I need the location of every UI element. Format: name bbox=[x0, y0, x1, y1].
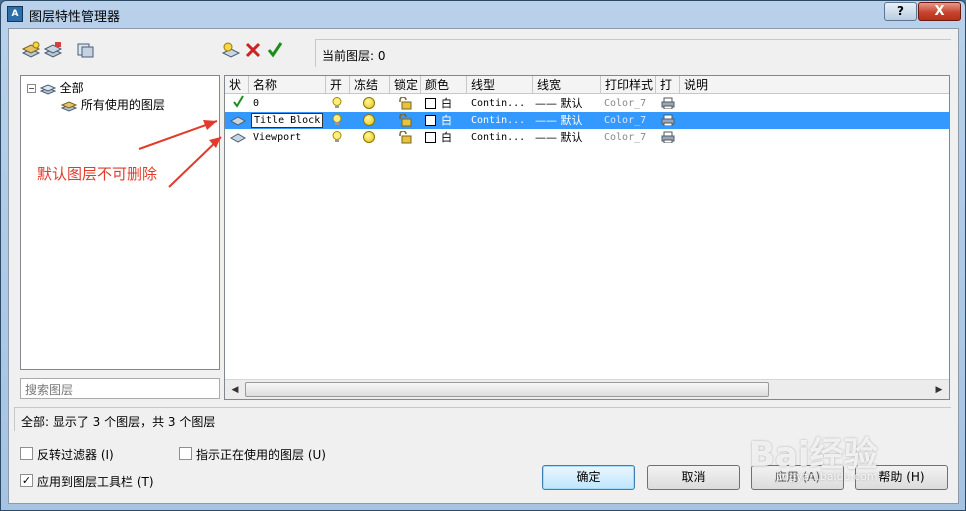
scroll-thumb[interactable] bbox=[245, 382, 769, 397]
thaw-sun-icon[interactable] bbox=[363, 131, 375, 143]
layer-name-edit[interactable]: Title Block bbox=[251, 113, 324, 128]
linetype[interactable]: Contin... bbox=[471, 95, 525, 112]
indicate-in-use-label[interactable]: 指示正在使用的图层 (U) bbox=[196, 446, 326, 463]
layers-icon bbox=[39, 83, 57, 95]
apply-to-toolbar-checkbox[interactable]: ✓ bbox=[20, 474, 33, 487]
tree-item-all[interactable]: − 全部 bbox=[27, 79, 84, 96]
title-bar[interactable]: A 图层特性管理器 ? X bbox=[1, 1, 965, 27]
bulb-on-icon[interactable] bbox=[332, 97, 342, 109]
plotstyle[interactable]: Color_7 bbox=[604, 95, 646, 112]
color-name[interactable]: 白 bbox=[441, 112, 452, 129]
lineweight[interactable]: —— 默认 bbox=[535, 95, 583, 112]
header-color[interactable]: 颜色 bbox=[421, 76, 467, 94]
printer-icon[interactable] bbox=[661, 131, 675, 143]
app-icon: A bbox=[7, 6, 23, 22]
used-layers-filter-icon bbox=[60, 100, 78, 112]
cancel-button[interactable]: 取消 bbox=[647, 465, 740, 490]
header-freeze[interactable]: 冻结 bbox=[350, 76, 390, 94]
set-current-icon[interactable] bbox=[265, 41, 285, 59]
close-button[interactable]: X bbox=[918, 2, 961, 21]
color-swatch[interactable] bbox=[425, 132, 436, 143]
unlocked-icon[interactable] bbox=[398, 97, 412, 110]
bulb-on-icon[interactable] bbox=[332, 114, 342, 126]
baidu-watermark: Bai经验 jingyan.baidu.com bbox=[749, 427, 878, 483]
header-linetype[interactable]: 线型 bbox=[467, 76, 533, 94]
tree-item-all-label: 全部 bbox=[59, 81, 84, 95]
layer-row-selected[interactable]: Title Block 白 Contin... —— 默认 Color_7 bbox=[225, 112, 949, 129]
color-swatch[interactable] bbox=[425, 115, 436, 126]
new-property-filter-icon[interactable] bbox=[21, 41, 41, 59]
watermark-text: Bai经验 bbox=[749, 435, 878, 475]
delete-layer-icon[interactable] bbox=[243, 41, 263, 59]
current-layer-display: 当前图层: 0 bbox=[315, 39, 951, 67]
thaw-sun-icon[interactable] bbox=[363, 97, 375, 109]
thaw-sun-icon[interactable] bbox=[363, 114, 375, 126]
help-titlebar-button[interactable]: ? bbox=[884, 2, 917, 21]
color-swatch[interactable] bbox=[425, 98, 436, 109]
layer-list[interactable]: 状 名称 开 冻结 锁定 颜色 线型 线宽 打印样式 打 说明 0 白 Cont… bbox=[224, 75, 950, 400]
color-name[interactable]: 白 bbox=[441, 129, 452, 146]
search-layers-input[interactable]: 搜索图层 bbox=[20, 378, 220, 399]
plotstyle[interactable]: Color_7 bbox=[604, 112, 646, 129]
scroll-right-icon[interactable]: ▶ bbox=[931, 382, 947, 398]
invert-filter-checkbox[interactable] bbox=[20, 447, 33, 460]
linetype[interactable]: Contin... bbox=[471, 112, 525, 129]
header-status[interactable]: 状 bbox=[225, 76, 249, 94]
plotstyle[interactable]: Color_7 bbox=[604, 129, 646, 146]
color-name[interactable]: 白 bbox=[441, 95, 452, 112]
layer-list-header: 状 名称 开 冻结 锁定 颜色 线型 线宽 打印样式 打 说明 bbox=[225, 76, 949, 94]
header-name[interactable]: 名称 bbox=[249, 76, 326, 94]
printer-icon[interactable] bbox=[661, 97, 675, 109]
layer-name[interactable]: Viewport bbox=[253, 129, 301, 146]
lineweight[interactable]: —— 默认 bbox=[535, 112, 583, 129]
layer-row[interactable]: 0 白 Contin... —— 默认 Color_7 bbox=[225, 95, 949, 112]
header-plotstyle[interactable]: 打印样式 bbox=[601, 76, 656, 94]
header-plot[interactable]: 打 bbox=[656, 76, 680, 94]
unlocked-icon[interactable] bbox=[398, 114, 412, 127]
annotation-arrows bbox=[138, 120, 222, 188]
lineweight[interactable]: —— 默认 bbox=[535, 129, 583, 146]
bulb-on-icon[interactable] bbox=[332, 131, 342, 143]
header-on[interactable]: 开 bbox=[326, 76, 350, 94]
layer-status-icon[interactable] bbox=[230, 132, 246, 143]
ok-button[interactable]: 确定 bbox=[542, 465, 635, 490]
unlocked-icon[interactable] bbox=[398, 131, 412, 144]
horizontal-scrollbar[interactable]: ◀ ▶ bbox=[225, 379, 949, 399]
printer-icon[interactable] bbox=[661, 114, 675, 126]
indicate-in-use-checkbox[interactable] bbox=[179, 447, 192, 460]
scroll-left-icon[interactable]: ◀ bbox=[227, 382, 243, 398]
layer-states-manager-icon[interactable] bbox=[75, 41, 95, 59]
layer-name[interactable]: 0 bbox=[253, 95, 259, 112]
dialog-window: A 图层特性管理器 ? X 当前图层: 0 − 全部 所有使用的图层 搜索图层 … bbox=[0, 0, 966, 511]
dialog-client-area: 当前图层: 0 − 全部 所有使用的图层 搜索图层 状 名称 开 冻结 锁定 颜… bbox=[8, 28, 959, 504]
layer-status-icon[interactable] bbox=[230, 115, 246, 126]
header-lock[interactable]: 锁定 bbox=[390, 76, 421, 94]
collapse-toggle-icon[interactable]: − bbox=[27, 84, 36, 93]
linetype[interactable]: Contin... bbox=[471, 129, 525, 146]
header-lineweight[interactable]: 线宽 bbox=[533, 76, 601, 94]
layer-row[interactable]: Viewport 白 Contin... —— 默认 Color_7 bbox=[225, 129, 949, 146]
window-title: 图层特性管理器 bbox=[29, 10, 121, 25]
apply-to-toolbar-label[interactable]: 应用到图层工具栏 (T) bbox=[37, 473, 154, 490]
current-layer-check-icon[interactable] bbox=[233, 95, 244, 112]
new-group-filter-icon[interactable] bbox=[43, 41, 63, 59]
new-layer-icon[interactable] bbox=[221, 41, 241, 59]
invert-filter-label[interactable]: 反转过滤器 (I) bbox=[37, 446, 114, 463]
header-description[interactable]: 说明 bbox=[680, 76, 949, 94]
